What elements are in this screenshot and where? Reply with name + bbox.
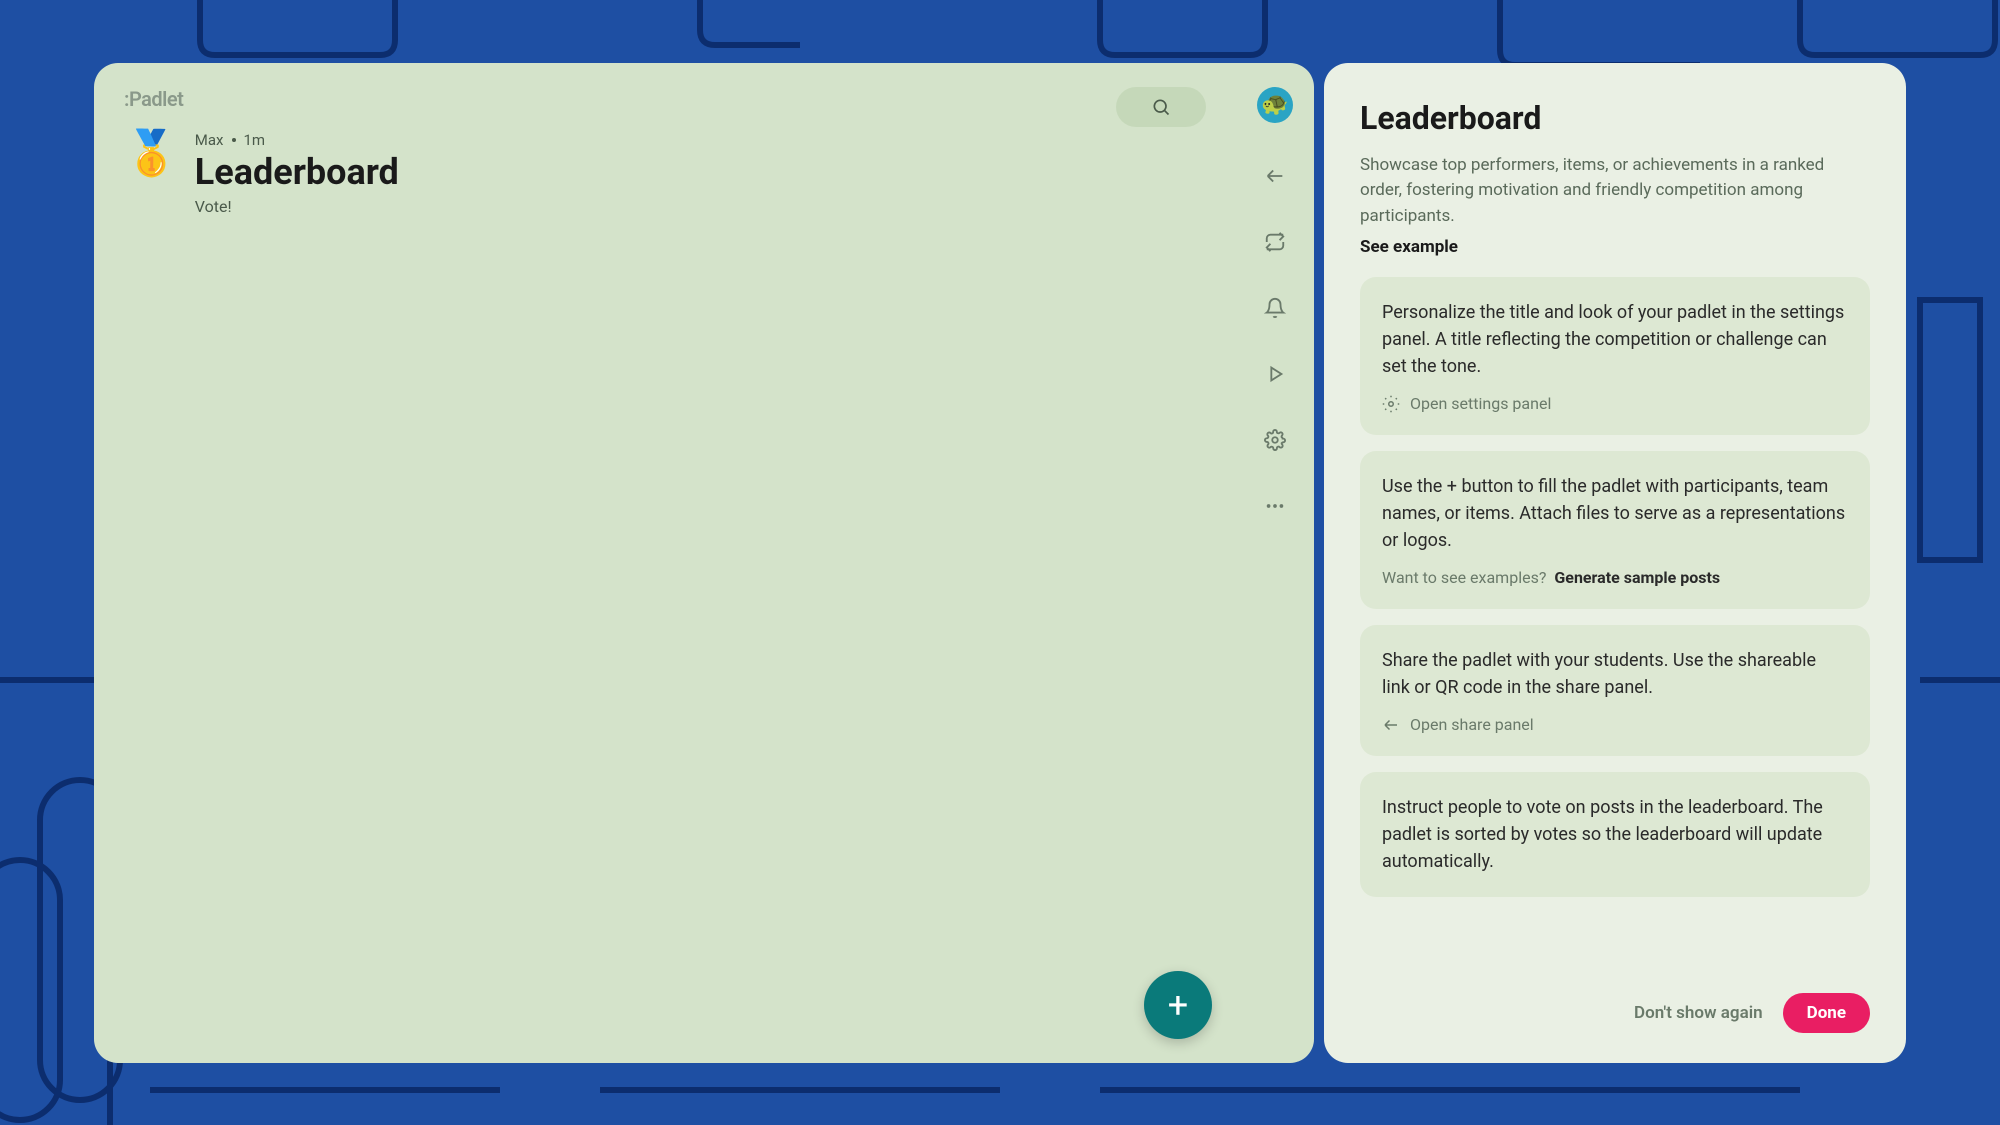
tip-text: Personalize the title and look of your p… — [1382, 299, 1848, 380]
share-button[interactable] — [1250, 151, 1300, 201]
tip-card-vote: Instruct people to vote on posts in the … — [1360, 772, 1870, 897]
tip-card-add: Use the + button to fill the padlet with… — [1360, 451, 1870, 609]
action-label: Open share panel — [1410, 715, 1534, 734]
medal-icon: 🥇 — [124, 131, 179, 175]
share-icon — [1382, 716, 1400, 734]
tip-text: Use the + button to fill the padlet with… — [1382, 473, 1848, 554]
tip-text: Share the padlet with your students. Use… — [1382, 647, 1848, 701]
sidebar: 🐢 — [1236, 63, 1314, 1063]
board-time: 1m — [244, 131, 266, 149]
panel-description: Showcase top performers, items, or achie… — [1360, 153, 1870, 230]
search-button[interactable] — [1116, 87, 1206, 127]
tip-card-settings: Personalize the title and look of your p… — [1360, 277, 1870, 435]
tip-text: Instruct people to vote on posts in the … — [1382, 794, 1848, 875]
gear-icon — [1382, 395, 1400, 413]
more-icon — [1264, 495, 1286, 517]
more-button[interactable] — [1250, 481, 1300, 531]
dont-show-again-button[interactable]: Don't show again — [1634, 1003, 1763, 1023]
padlet-logo[interactable]: :Padlet — [124, 87, 1206, 111]
user-avatar[interactable]: 🐢 — [1257, 87, 1293, 123]
remake-icon — [1264, 231, 1286, 253]
gear-icon — [1264, 429, 1286, 451]
generate-posts-action[interactable]: Generate sample posts — [1554, 568, 1720, 587]
slideshow-button[interactable] — [1250, 349, 1300, 399]
action-label: Open settings panel — [1410, 394, 1551, 413]
remake-button[interactable] — [1250, 217, 1300, 267]
done-button[interactable]: Done — [1783, 993, 1870, 1033]
separator-dot — [232, 138, 236, 142]
tip-prompt: Want to see examples? — [1382, 568, 1546, 587]
open-settings-action[interactable]: Open settings panel — [1382, 394, 1848, 413]
see-example-link[interactable]: See example — [1360, 237, 1870, 257]
board-title: Leaderboard — [195, 151, 399, 193]
bell-icon — [1264, 297, 1286, 319]
settings-button[interactable] — [1250, 415, 1300, 465]
panel-title: Leaderboard — [1360, 99, 1870, 137]
board-author: Max — [195, 131, 224, 149]
main-board: :Padlet 🥇 Max 1m Leaderboard Vote! — [94, 63, 1314, 1063]
add-post-button[interactable]: + — [1144, 971, 1212, 1039]
info-panel: Leaderboard Showcase top performers, ite… — [1324, 63, 1906, 1063]
share-icon — [1264, 165, 1286, 187]
open-share-action[interactable]: Open share panel — [1382, 715, 1848, 734]
tip-card-share: Share the padlet with your students. Use… — [1360, 625, 1870, 756]
notifications-button[interactable] — [1250, 283, 1300, 333]
board-subtitle: Vote! — [195, 197, 399, 216]
search-icon — [1151, 97, 1171, 117]
play-icon — [1264, 363, 1286, 385]
